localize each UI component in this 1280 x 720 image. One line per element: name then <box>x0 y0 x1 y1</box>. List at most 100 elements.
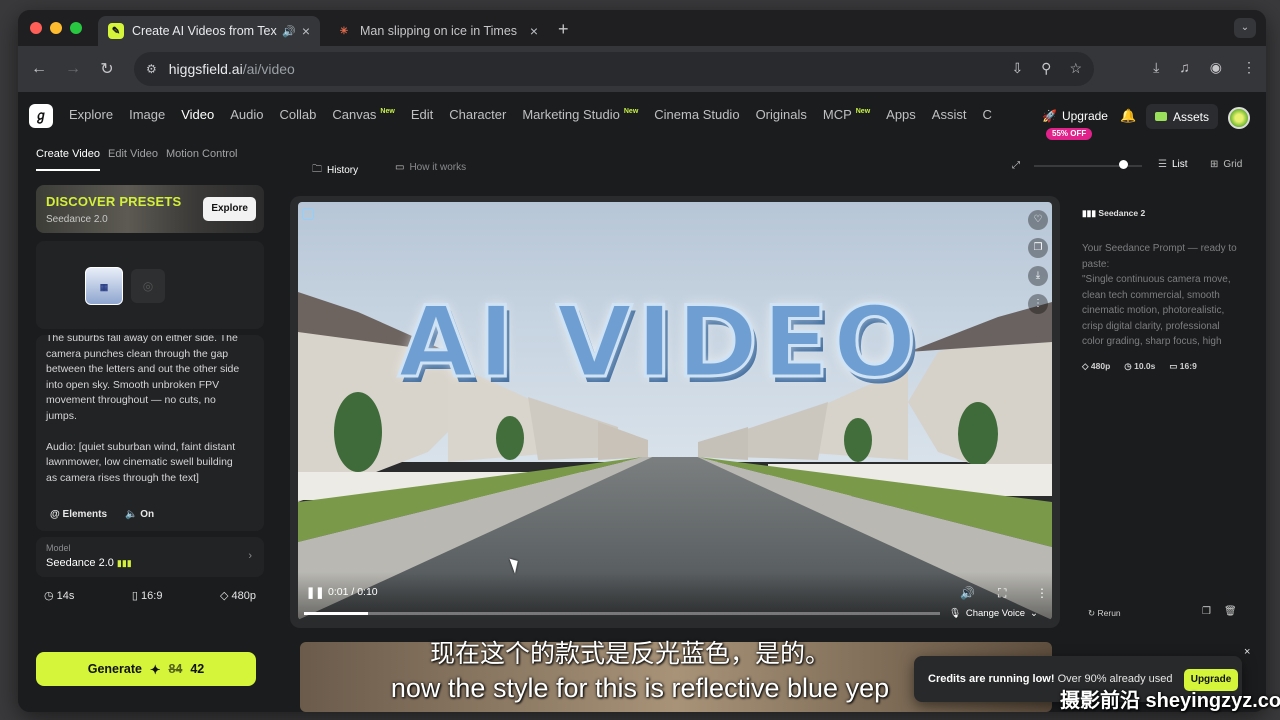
close-tab-icon[interactable]: × <box>530 23 538 39</box>
detail-duration: ◷ 10.0s <box>1124 361 1155 372</box>
explore-presets-button[interactable]: Explore <box>203 197 256 221</box>
minimize-window-button[interactable] <box>50 22 62 34</box>
model-selector[interactable]: Model Seedance 2.0 ▮▮▮ › <box>36 537 264 577</box>
nav-apps[interactable]: Apps <box>886 107 916 122</box>
browser-window: ✎ Create AI Videos from Tex 🔊 × ✳ Man sl… <box>18 10 1266 712</box>
reload-icon[interactable]: ↻ <box>90 59 124 79</box>
nav-character[interactable]: Character <box>449 107 506 122</box>
media-control-icon[interactable]: ♫ <box>1179 59 1190 76</box>
nav-collab[interactable]: Collab <box>279 107 316 122</box>
trash-icon[interactable]: 🗑 <box>1224 606 1237 617</box>
nav-mcp[interactable]: MCP New <box>823 107 870 122</box>
url-path: /ai/video <box>242 61 295 77</box>
volume-icon[interactable]: 🔊 <box>960 586 975 600</box>
video-player[interactable]: AI VIDEO ♡ ❐ ⤓ ⋮ ❚❚ 0:01 / 0:10 🔊 ⛶ ⋮ 🎙 C… <box>290 196 1060 628</box>
nav-explore[interactable]: Explore <box>69 107 113 122</box>
copy-icon[interactable]: ❐ <box>1028 238 1048 258</box>
nav-assist[interactable]: Assist <box>932 107 967 122</box>
back-icon[interactable]: ← <box>22 60 56 78</box>
list-label: List <box>1171 159 1188 170</box>
generation-details-panel: ▮▮▮ Seedance 2 Your Seedance Prompt — re… <box>1082 208 1242 372</box>
fullscreen-icon[interactable]: ⛶ <box>998 586 1006 601</box>
profile-icon[interactable]: ◉ <box>1210 59 1222 76</box>
discount-badge: 55% OFF <box>1046 128 1093 140</box>
resolution-value: 480p <box>231 590 256 602</box>
maximize-window-button[interactable] <box>70 22 82 34</box>
nav-cinema-studio[interactable]: Cinema Studio <box>654 107 739 122</box>
avatar[interactable] <box>1228 107 1250 129</box>
higgsfield-logo-icon: ✎ <box>108 23 124 39</box>
grid-view-toggle[interactable]: ⊞ Grid <box>1210 159 1242 170</box>
resolution-setting[interactable]: ◇ 480p <box>220 589 256 602</box>
forward-icon[interactable]: → <box>56 60 90 78</box>
audio-toggle[interactable]: 🔈 On <box>125 509 154 520</box>
browser-tab-higgsfield[interactable]: ✎ Create AI Videos from Tex 🔊 × <box>98 16 320 46</box>
duration-setting[interactable]: ◷ 14s <box>44 589 74 602</box>
nav-canvas[interactable]: Canvas New <box>332 107 394 122</box>
nav-label: Character <box>449 107 507 122</box>
rocket-icon: 🚀 <box>1042 109 1057 123</box>
copy-icon[interactable]: ❐ <box>1202 606 1211 617</box>
zoom-slider-handle[interactable] <box>1119 160 1128 169</box>
new-badge: New <box>380 108 395 115</box>
zoom-icon[interactable]: ⚲ <box>1041 60 1051 77</box>
speaker-icon[interactable]: 🔊 <box>282 25 296 38</box>
video-frame[interactable]: AI VIDEO ♡ ❐ ⤓ ⋮ ❚❚ 0:01 / 0:10 🔊 ⛶ ⋮ 🎙 C… <box>298 202 1052 620</box>
site-settings-icon[interactable]: ⚙ <box>146 62 157 76</box>
model-name: Seedance 2.0 ▮▮▮ <box>46 557 132 569</box>
nav-label: Assist <box>931 107 967 122</box>
new-tab-button[interactable]: + <box>558 19 569 40</box>
browser-tab-man-slipping[interactable]: ✳ Man slipping on ice in Times × <box>326 16 548 46</box>
elements-button[interactable]: @ Elements <box>50 509 107 520</box>
bell-icon[interactable]: 🔔 <box>1120 108 1136 124</box>
assets-button[interactable]: Assets <box>1146 104 1218 129</box>
nav-marketing-studio[interactable]: Marketing Studio New <box>522 107 638 122</box>
expand-icon[interactable]: ⤢ <box>1012 160 1020 171</box>
how-it-works-tab[interactable]: ▭ How it works <box>395 162 466 173</box>
prompt-textarea[interactable]: The suburbs fall away on either side. Th… <box>46 335 246 486</box>
nav-image[interactable]: Image <box>129 107 165 122</box>
omnibox-actions: ⇩ ⚲ ☆ <box>1011 60 1082 77</box>
tab-motion-control[interactable]: Motion Control <box>166 148 238 171</box>
presets-banner[interactable]: DISCOVER PRESETS Seedance 2.0 Explore <box>36 185 264 233</box>
close-tab-icon[interactable]: × <box>302 23 310 39</box>
reference-thumbnail[interactable]: ▦ <box>85 267 123 305</box>
higgsfield-logo-icon[interactable]: ℊ <box>29 104 53 128</box>
prompt-tools: @ Elements 🔈 On <box>50 509 154 520</box>
watermark-text: 摄影前沿 sheyingzyz.com <box>1060 690 1280 712</box>
pause-icon[interactable]: ❚❚ <box>306 586 324 599</box>
prompt-box[interactable]: The suburbs fall away on either side. Th… <box>36 335 264 531</box>
nav-audio[interactable]: Audio <box>230 107 263 122</box>
aspect-setting[interactable]: ▯ 16:9 <box>132 589 163 602</box>
rerun-button[interactable]: ↻ Rerun <box>1088 608 1121 619</box>
nav-truncated[interactable]: C <box>982 107 991 122</box>
download-icon[interactable]: ⤓ <box>1028 266 1048 286</box>
more-icon[interactable]: ⋮ <box>1028 294 1048 314</box>
tab-search-button[interactable]: ⌄ <box>1234 18 1256 38</box>
upgrade-button[interactable]: 🚀 Upgrade <box>1034 104 1116 128</box>
bookmark-star-icon[interactable]: ☆ <box>1069 60 1082 77</box>
heart-icon[interactable]: ♡ <box>1028 210 1048 230</box>
download-icon[interactable]: ⤓ <box>1153 59 1159 76</box>
address-bar[interactable]: ⚙ higgsfield.ai/ai/video ⇩ ⚲ ☆ <box>134 52 1094 86</box>
nav-originals[interactable]: Originals <box>756 107 807 122</box>
video-progress-fill <box>304 612 368 615</box>
grid-icon: ⊞ <box>1210 159 1219 170</box>
tab-create-video[interactable]: Create Video <box>36 148 101 171</box>
install-app-icon[interactable]: ⇩ <box>1011 60 1023 77</box>
add-media-icon[interactable]: ◎ <box>131 269 165 303</box>
folder-icon <box>1154 112 1167 121</box>
video-progress-bar[interactable] <box>304 612 940 615</box>
change-voice-button[interactable]: 🎙 Change Voice ⌄ <box>949 608 1038 619</box>
list-view-toggle[interactable]: ☰ List <box>1158 159 1188 170</box>
select-checkbox[interactable] <box>302 208 314 220</box>
upgrade-label: Upgrade <box>1061 109 1108 123</box>
close-window-button[interactable] <box>30 22 42 34</box>
tab-edit-video[interactable]: Edit Video <box>108 148 158 171</box>
menu-kebab-icon[interactable]: ⋮ <box>1242 59 1256 76</box>
nav-label: Video <box>181 107 215 122</box>
nav-video[interactable]: Video <box>181 107 214 122</box>
history-tab[interactable]: 🗀 History <box>312 162 358 179</box>
nav-edit[interactable]: Edit <box>411 107 433 122</box>
video-more-icon[interactable]: ⋮ <box>1036 586 1048 600</box>
